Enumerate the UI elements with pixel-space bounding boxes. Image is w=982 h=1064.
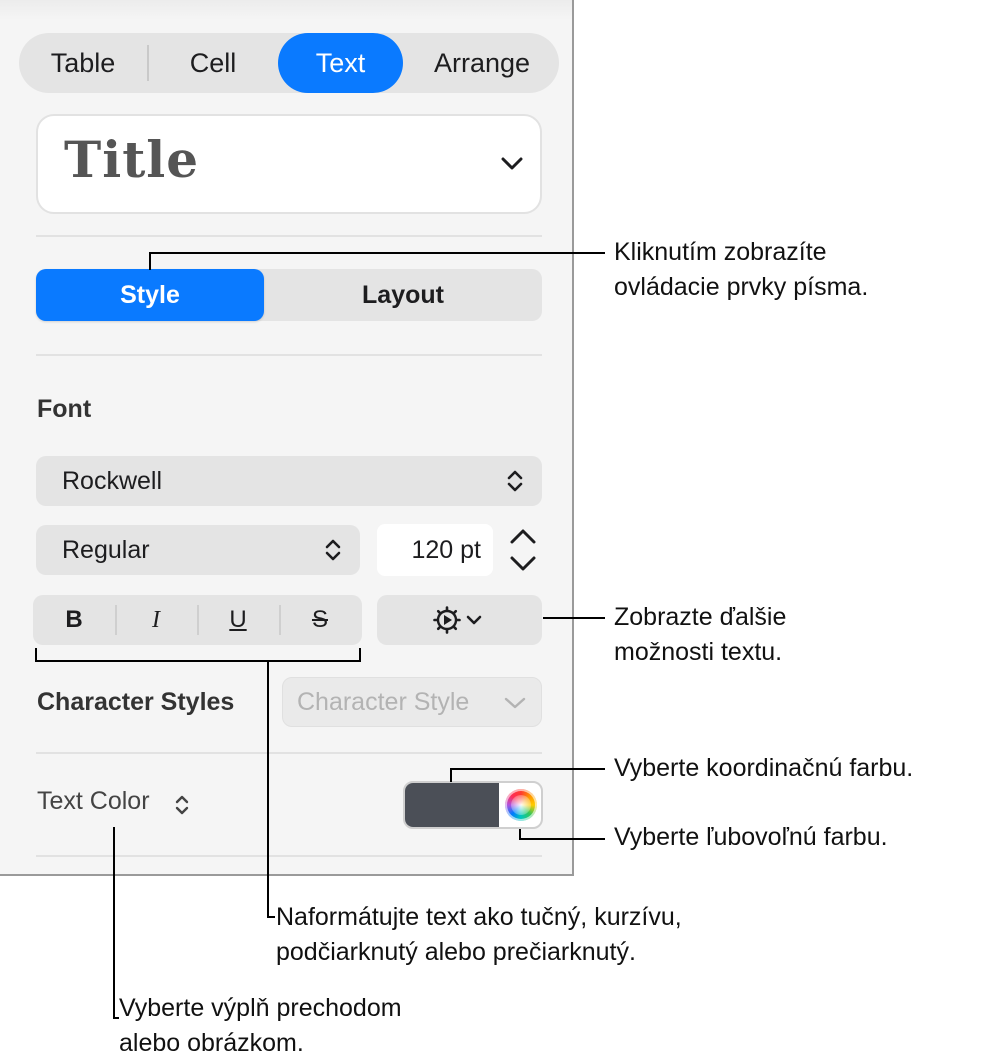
coordinated-color-swatch[interactable] [405,783,499,827]
tab-arrange[interactable]: Arrange [411,33,553,93]
chevron-down-icon [504,697,526,709]
up-down-arrows-icon [507,470,523,492]
style-layout-segmented-control: Style Layout [36,269,542,321]
callout-text: ovládacie prvky písma. [614,273,869,301]
divider [36,235,542,237]
tab-text[interactable]: Text [278,33,403,93]
callout-coordinated-color: Vyberte koordinačnú farbu. [614,751,913,786]
callout-text: Vyberte výplň prechodom [119,994,402,1022]
up-down-arrows-icon [325,539,341,561]
font-family-popup[interactable]: Rockwell [36,456,542,506]
callout-fill: Vyberte výplň prechodom alebo obrázkom. [119,991,402,1061]
font-size-value: 120 pt [411,536,481,564]
callout-line [267,916,275,918]
callout-text: Kliknutím zobrazíte [614,238,827,266]
callout-line [267,660,269,918]
character-style-placeholder: Character Style [297,688,470,716]
typeface-value: Regular [62,536,150,564]
callout-text: Zobrazte ďalšie [614,603,787,631]
callout-text: možnosti textu. [614,638,783,666]
divider [36,855,542,857]
callout-any-color: Vyberte ľubovoľnú farbu. [614,820,888,855]
paragraph-style-popup[interactable]: Title [36,114,542,214]
callout-text: Naformátujte text ako tučný, kurzívu, [276,903,682,931]
callout-line [113,827,115,1019]
italic-button[interactable]: I [115,595,197,645]
text-format-buttons: B I U S [33,595,362,645]
more-text-options-button[interactable] [377,595,542,645]
character-styles-label: Character Styles [37,688,235,716]
callout-line [543,617,605,619]
style-tab-button[interactable]: Style [36,269,264,321]
underline-button[interactable]: U [197,595,279,645]
text-color-label: Text Color [37,787,150,815]
format-sidebar: Table Cell Text Arrange Title Style Layo… [0,0,574,876]
callout-line [149,253,151,270]
layout-tab-button[interactable]: Layout [264,269,542,321]
callout-line [519,838,605,840]
callout-format: Naformátujte text ako tučný, kurzívu, po… [276,900,682,970]
strikethrough-button[interactable]: S [279,595,361,645]
up-down-arrows-icon [175,795,189,815]
bracket-line [359,648,361,662]
gear-icon [433,606,482,634]
typeface-popup[interactable]: Regular [36,525,360,575]
chevron-down-icon [501,157,523,170]
font-size-field[interactable]: 120 pt [377,524,493,576]
callout-text: Vyberte koordinačnú farbu. [614,754,914,782]
callout-line [450,769,452,782]
callout-text: alebo obrázkom. [119,1029,304,1057]
bold-button[interactable]: B [33,595,115,645]
text-color-popup[interactable]: Text Color [37,787,150,823]
color-well [403,781,543,829]
bracket-line [35,660,361,662]
format-tabs: Table Cell Text Arrange [19,33,559,93]
sidebar-top-shadow [0,0,572,20]
character-style-popup: Character Style [282,677,542,727]
tab-cell[interactable]: Cell [149,33,277,93]
callout-line [149,252,605,254]
callout-more-options: Zobrazte ďalšie možnosti textu. [614,600,786,670]
font-size-stepper[interactable] [506,524,540,576]
paragraph-style-value: Title [64,130,200,189]
callout-text: Vyberte ľubovoľnú farbu. [614,823,888,851]
divider [36,354,542,356]
divider [36,752,542,754]
callout-style-tab: Kliknutím zobrazíte ovládacie prvky písm… [614,235,868,305]
callout-line [450,768,605,770]
callout-text: podčiarknutý alebo prečiarknutý. [276,938,636,966]
font-section-label: Font [37,395,92,423]
tab-table[interactable]: Table [19,33,147,93]
color-wheel-icon[interactable] [505,789,537,821]
font-family-value: Rockwell [62,467,163,495]
